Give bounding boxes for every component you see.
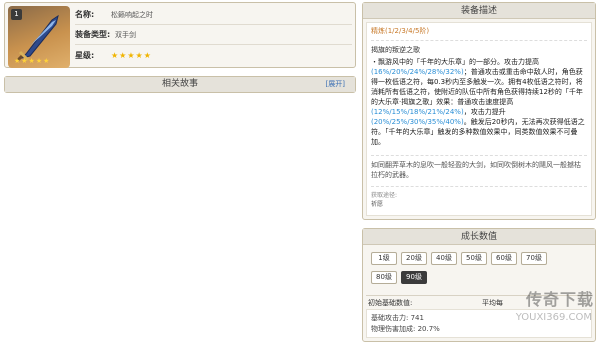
level-button-20[interactable]: 20级: [401, 252, 427, 265]
weapon-image: 1 ★★★★★: [8, 6, 70, 68]
type-value: 双手剑: [115, 30, 136, 39]
expand-link[interactable]: [展开]: [326, 77, 345, 92]
name-label: 名称:: [75, 10, 95, 19]
equip-description-panel: 装备描述 精炼(1/2/3/4/5阶) 揭旗的叛逆之歌 ・飘游风中的「千年的大乐…: [362, 2, 596, 220]
related-story-header: 相关故事 [展开]: [5, 77, 355, 92]
skill-text: ・飘游风中的「千年的大乐章」的一部分。攻击力提高 (16%/20%/24%/28%…: [371, 57, 587, 147]
level-button-40[interactable]: 40级: [431, 252, 457, 265]
skill-name: 揭旗的叛逆之歌: [371, 46, 420, 54]
equip-description-body: 精炼(1/2/3/4/5阶) 揭旗的叛逆之歌 ・飘游风中的「千年的大乐章」的一部…: [366, 22, 592, 216]
name-row: 名称: 松籁响起之时: [75, 5, 352, 25]
stat-values: 基础攻击力: 741 物理伤害加成: 20.7%: [366, 309, 592, 338]
source-value: 祈愿: [371, 201, 384, 208]
related-story-panel: 相关故事 [展开]: [4, 76, 356, 93]
level-button-60[interactable]: 60级: [491, 252, 517, 265]
level-button-90[interactable]: 90级: [401, 271, 427, 284]
star-rating: ★★★★★: [111, 50, 152, 60]
stars-row: 星级: ★★★★★: [75, 45, 352, 65]
stars-label: 星级:: [75, 50, 95, 60]
item-card: 1 ★★★★★ 名称: 松籁响起之时 装备类型: 双手剑 星级: ★★★★★: [4, 2, 356, 68]
level-button-80[interactable]: 80级: [371, 271, 397, 284]
source-label: 获取途径:: [371, 186, 587, 199]
base-stats-label: 初始基础数值:: [368, 299, 413, 307]
skill-value-atk: (16%/20%/24%/28%/32%): [371, 68, 464, 76]
base-atk-stat: 基础攻击力: 741: [371, 314, 424, 322]
rarity-badge: 1: [11, 9, 22, 20]
level-buttons: 1级 20级 40级 50级 60级 70级 80级 90级: [371, 252, 571, 290]
growth-values-panel: 成长数值 1级 20级 40级 50级 60级 70级 80级 90级 初始基础数值: 平均每…: [362, 228, 596, 342]
refinement-tabs[interactable]: 精炼(1/2/3/4/5阶): [371, 26, 587, 41]
stat-header: 初始基础数值: 平均每: [366, 295, 592, 307]
average-stats-label: 平均每: [482, 299, 503, 307]
skill-value-atkspd: (12%/15%/18%/21%/24%): [371, 108, 464, 116]
skill-value-atk-bonus: (20%/25%/30%/35%/40%): [371, 118, 464, 126]
related-story-title: 相关故事: [161, 79, 198, 89]
level-button-1[interactable]: 1级: [371, 252, 397, 265]
physical-dmg-stat: 物理伤害加成: 20.7%: [371, 325, 440, 333]
name-value: 松籁响起之时: [111, 10, 153, 19]
level-button-70[interactable]: 70级: [521, 252, 547, 265]
type-row: 装备类型: 双手剑: [75, 25, 352, 45]
equip-description-header: 装备描述: [363, 3, 595, 19]
growth-values-header: 成长数值: [363, 229, 595, 245]
flavor-text: 如同翻弄草木的息吹一般轻盈的大剑，如同吹倒树木的飓风一般撼枯拉朽的武器。: [371, 155, 587, 180]
image-stars: ★★★★★: [14, 57, 51, 65]
skill-text-part: ，攻击力提升: [463, 108, 506, 116]
level-button-50[interactable]: 50级: [461, 252, 487, 265]
skill-text-part: ・飘游风中的「千年的大乐章」的一部分。攻击力提高: [371, 58, 539, 66]
type-label: 装备类型:: [75, 30, 111, 39]
